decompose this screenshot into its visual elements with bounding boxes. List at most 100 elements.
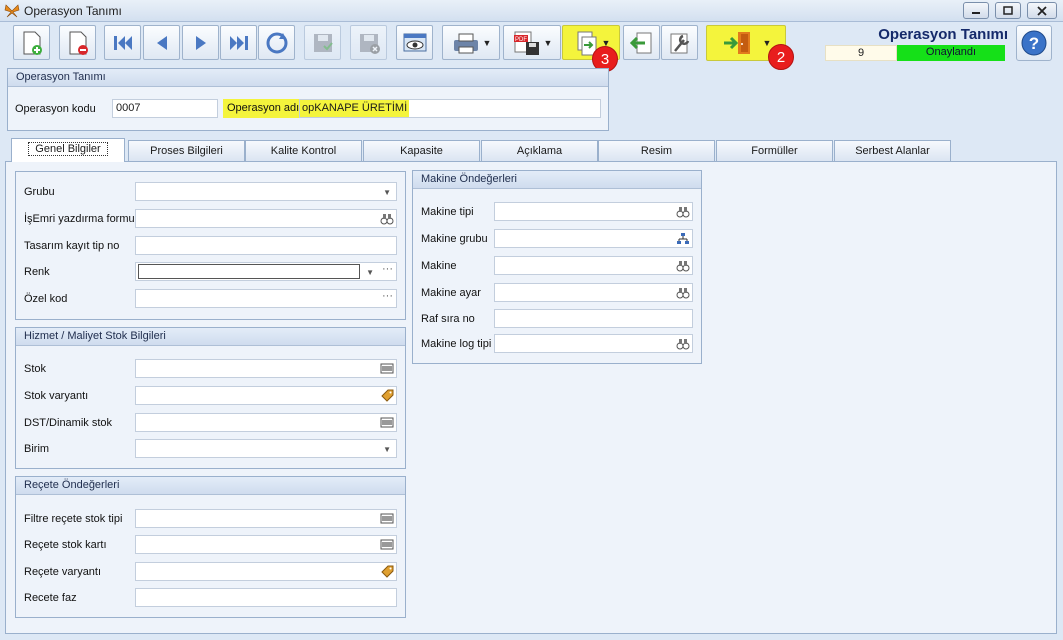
printer-icon (453, 33, 478, 53)
recipe-stock-card-label: Reçete stok kartı (24, 539, 107, 551)
special-code-label: Özel kod (24, 293, 68, 305)
dynamic-stock-field[interactable] (135, 413, 397, 432)
next-record-icon (195, 35, 206, 50)
ellipsis-icon[interactable]: ··· (382, 290, 393, 302)
chevron-down-icon: ▼ (383, 445, 391, 454)
shelf-order-field[interactable] (494, 309, 693, 328)
help-icon: ? (1021, 30, 1047, 56)
binoculars-icon[interactable] (676, 205, 690, 218)
operation-name-field[interactable]: opKANAPE ÜRETİMİ (299, 99, 601, 118)
delete-document-icon (69, 31, 88, 55)
annotation-marker-2: 2 (768, 44, 794, 70)
shelf-order-label: Raf sıra no (421, 313, 475, 325)
group-title: Hizmet / Maliyet Stok Bilgileri (16, 328, 405, 346)
stock-variant-field[interactable] (135, 386, 397, 405)
unit-select[interactable]: ▼ (135, 439, 397, 458)
save-button[interactable] (304, 25, 341, 60)
stock-field[interactable] (135, 359, 397, 378)
tab-description[interactable]: Açıklama (481, 140, 598, 161)
refresh-icon (266, 32, 287, 53)
title-bar: Operasyon Tanımı (0, 0, 1063, 22)
tab-formulas[interactable]: Formüller (716, 140, 833, 161)
barcode-icon[interactable] (380, 362, 394, 375)
group-title: Makine Öndeğerleri (413, 171, 701, 189)
machine-field[interactable] (494, 256, 693, 275)
first-record-button[interactable] (104, 25, 141, 60)
operation-code-label: Operasyon kodu (15, 103, 96, 115)
machine-label: Makine (421, 260, 457, 272)
color-label: Renk (24, 266, 50, 278)
new-document-icon (23, 31, 42, 55)
group-select[interactable]: ▼ (135, 182, 397, 201)
stock-label: Stok (24, 363, 47, 375)
binoculars-icon[interactable] (676, 337, 690, 350)
unit-label: Birim (24, 443, 50, 455)
close-button[interactable] (1027, 2, 1057, 19)
tag-icon[interactable] (380, 389, 394, 402)
stock-group: Hizmet / Maliyet Stok Bilgileri Stok Sto… (15, 327, 406, 469)
machine-group-field[interactable] (494, 229, 693, 248)
color-field[interactable]: ▼ ··· (135, 262, 397, 281)
help-button[interactable]: ? (1016, 25, 1052, 61)
svg-text:?: ? (1029, 34, 1039, 53)
group-title: Reçete Öndeğerleri (16, 477, 405, 495)
machine-type-label: Makine tipi (421, 206, 474, 218)
tab-quality[interactable]: Kalite Kontrol (245, 140, 362, 161)
operation-code-field[interactable]: 0007 (112, 99, 218, 118)
new-button[interactable] (13, 25, 50, 60)
tab-image[interactable]: Resim (598, 140, 715, 161)
tab-process[interactable]: Proses Bilgileri (128, 140, 245, 161)
binoculars-icon[interactable] (676, 259, 690, 272)
machine-setting-label: Makine ayar (421, 287, 481, 299)
recipe-stock-card-field[interactable] (135, 535, 397, 554)
status-badge: Onaylandı (897, 45, 1005, 61)
tab-capacity[interactable]: Kapasite (363, 140, 480, 161)
barcode-icon[interactable] (380, 416, 394, 429)
machine-log-type-field[interactable] (494, 334, 693, 353)
stock-variant-label: Stok varyantı (24, 390, 89, 402)
recipe-filter-stock-type-field[interactable] (135, 509, 397, 528)
minimize-button[interactable] (963, 2, 989, 19)
refresh-button[interactable] (258, 25, 295, 60)
group-title: Operasyon Tanımı (8, 69, 608, 87)
next-record-button[interactable] (182, 25, 219, 60)
cancel-save-button[interactable] (350, 25, 387, 60)
barcode-icon[interactable] (380, 512, 394, 525)
preview-icon (403, 33, 426, 51)
group-label: Grubu (24, 186, 55, 198)
back-button[interactable] (623, 25, 660, 60)
settings-button[interactable] (661, 25, 698, 60)
wrench-icon (670, 33, 689, 53)
operation-name-label: Operasyon adı (223, 99, 304, 118)
barcode-icon[interactable] (380, 538, 394, 551)
pdf-save-icon: PDF (513, 31, 539, 55)
recipe-phase-field[interactable] (135, 588, 397, 607)
print-button[interactable]: ▼ (442, 25, 500, 60)
cancel-save-icon (359, 33, 380, 54)
machine-setting-field[interactable] (494, 283, 693, 302)
chevron-down-icon[interactable]: ▼ (366, 268, 374, 277)
tag-icon[interactable] (380, 565, 394, 578)
binoculars-icon[interactable] (380, 212, 394, 225)
tab-free-fields[interactable]: Serbest Alanlar (834, 140, 951, 161)
workorder-print-form-label: İşEmri yazdırma formu (24, 213, 135, 225)
save-icon (313, 33, 333, 52)
previous-record-button[interactable] (143, 25, 180, 60)
preview-button[interactable] (396, 25, 433, 60)
chevron-down-icon: ▼ (762, 38, 772, 48)
tab-general[interactable]: Genel Bilgiler (11, 138, 125, 162)
tree-icon[interactable] (676, 232, 690, 245)
workorder-print-form-field[interactable] (135, 209, 397, 228)
maximize-button[interactable] (995, 2, 1021, 19)
last-record-button[interactable] (220, 25, 257, 60)
special-code-field[interactable]: ··· (135, 289, 397, 308)
export-pdf-button[interactable]: PDF ▼ (503, 25, 561, 60)
binoculars-icon[interactable] (676, 286, 690, 299)
operation-group: Operasyon Tanımı Operasyon kodu 0007 Ope… (7, 68, 609, 131)
machine-type-field[interactable] (494, 202, 693, 221)
dynamic-stock-label: DST/Dinamik stok (24, 417, 113, 429)
design-record-type-field[interactable] (135, 236, 397, 255)
delete-button[interactable] (59, 25, 96, 60)
recipe-variant-field[interactable] (135, 562, 397, 581)
ellipsis-icon[interactable]: ··· (382, 263, 393, 275)
